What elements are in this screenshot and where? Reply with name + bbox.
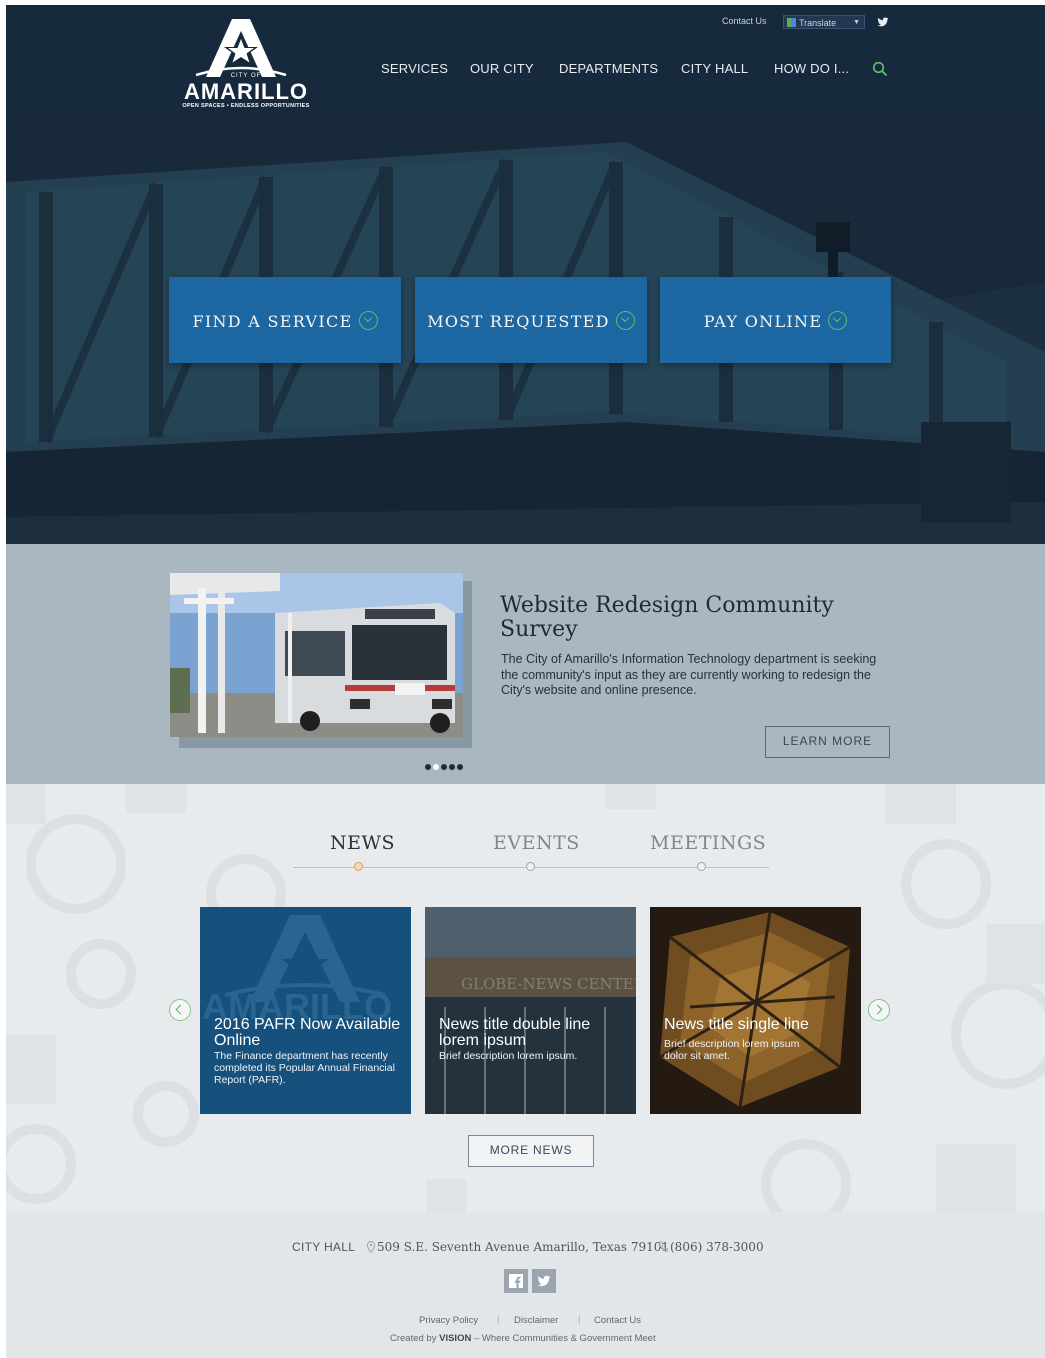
facebook-button[interactable] [504, 1269, 528, 1293]
credit-suffix: – Where Communities & Government Meet [473, 1333, 656, 1344]
footer-credit: Created by VISION – Where Communities & … [390, 1333, 656, 1344]
globe-news-center-photo: GLOBE-NEWS CENTER [425, 907, 636, 1114]
disclaimer-link[interactable]: Disclaimer [514, 1315, 558, 1326]
logo-tagline: OPEN SPACES • ENDLESS OPPORTUNITIES [182, 103, 310, 109]
google-translate-icon [787, 18, 796, 27]
vision-link[interactable]: VISION [439, 1333, 471, 1344]
learn-more-button[interactable]: LEARN MORE [765, 726, 890, 758]
nav-departments[interactable]: DEPARTMENTS [559, 61, 658, 76]
site-header: CITY OF AMARILLO OPEN SPACES • ENDLESS O… [6, 5, 1045, 122]
footer-address[interactable]: 509 S.E. Seventh Avenue Amarillo, Texas … [377, 1240, 669, 1254]
nav-how-do-i[interactable]: HOW DO I... [774, 61, 849, 76]
chevron-down-circle-icon [615, 311, 635, 330]
carousel-next-button[interactable] [868, 999, 890, 1021]
nav-city-hall[interactable]: CITY HALL [681, 61, 748, 76]
pay-online-label: PAY ONLINE [703, 312, 823, 331]
footer-city-hall-label: CITY HALL [292, 1240, 356, 1254]
search-icon[interactable] [872, 61, 888, 77]
page: CITY OF AMARILLO OPEN SPACES • ENDLESS O… [6, 5, 1045, 1358]
news-card-double-line[interactable]: GLOBE-NEWS CENTER News title double line… [425, 907, 636, 1114]
phone-icon [659, 1241, 668, 1252]
footer-phone[interactable]: (806) 378-3000 [670, 1240, 764, 1254]
slider-dot-2[interactable] [433, 764, 439, 770]
architecture-photo [650, 907, 861, 1114]
tab-news[interactable]: NEWS [330, 832, 395, 854]
bus-photo [170, 573, 463, 737]
translate-label: Translate [799, 18, 837, 28]
site-footer: CITY HALL 509 S.E. Seventh Avenue Amaril… [6, 1212, 1045, 1358]
feature-description: The City of Amarillo's Information Techn… [501, 652, 877, 697]
find-a-service-label: FIND A SERVICE [192, 312, 353, 331]
more-news-button[interactable]: MORE NEWS [468, 1135, 594, 1167]
footer-separator: | [497, 1314, 500, 1325]
logo-wordmark: AMARILLO [183, 79, 309, 104]
featured-slider: Website Redesign Community Survey The Ci… [6, 544, 1045, 784]
chevron-down-circle-icon [828, 311, 848, 330]
slider-dot-4[interactable] [449, 764, 455, 770]
pay-online-button[interactable]: PAY ONLINE [660, 277, 891, 363]
tab-meetings[interactable]: MEETINGS [650, 832, 766, 854]
feature-image-bus[interactable] [170, 573, 463, 737]
nav-services[interactable]: SERVICES [381, 61, 448, 76]
most-requested-label: MOST REQUESTED [427, 312, 610, 331]
news-card-pafr[interactable]: AMARILLO 2016 PAFR Now Available Online … [200, 907, 411, 1114]
most-requested-button[interactable]: MOST REQUESTED [415, 277, 647, 363]
footer-separator: | [578, 1314, 581, 1325]
footer-contact-us-link[interactable]: Contact Us [594, 1315, 641, 1326]
amarillo-logo[interactable]: CITY OF AMARILLO OPEN SPACES • ENDLESS O… [166, 15, 326, 115]
map-pin-icon [366, 1241, 376, 1253]
privacy-policy-link[interactable]: Privacy Policy [419, 1315, 478, 1326]
credit-prefix: Created by [390, 1333, 437, 1344]
chevron-down-icon: ▼ [853, 19, 860, 26]
slider-dot-3[interactable] [441, 764, 447, 770]
twitter-button[interactable] [532, 1269, 556, 1293]
hero-banner: FIND A SERVICE MOST REQUESTED PAY ONLINE [6, 122, 1045, 544]
carousel-prev-button[interactable] [169, 999, 191, 1021]
contact-us-link[interactable]: Contact Us [722, 16, 767, 26]
news-card-title: News title double line lorem ipsum [439, 1016, 591, 1049]
slider-pagination [425, 757, 465, 770]
news-card-description: Brief description lorem ipsum dolor sit … [664, 1038, 800, 1062]
feature-title: Website Redesign Community Survey [500, 593, 834, 642]
news-card-title: 2016 PAFR Now Available Online [214, 1016, 401, 1049]
chevron-down-circle-icon [358, 311, 378, 330]
news-events-section: NEWS EVENTS MEETINGS AMARILLO 2016 PAFR … [6, 784, 1045, 1212]
tab-indicator-news [354, 862, 363, 871]
news-card-title: News title single line [664, 1016, 809, 1033]
nav-our-city[interactable]: OUR CITY [470, 61, 534, 76]
news-card-description: Brief description lorem ipsum. [439, 1050, 578, 1062]
twitter-icon [537, 1275, 551, 1287]
facebook-icon [509, 1274, 523, 1288]
translate-dropdown[interactable]: Translate ▼ [783, 15, 865, 29]
tab-indicator-events [526, 862, 535, 871]
find-a-service-button[interactable]: FIND A SERVICE [169, 277, 401, 363]
news-card-description: The Finance department has recently comp… [214, 1050, 395, 1086]
tab-events[interactable]: EVENTS [493, 832, 580, 854]
slider-dot-5[interactable] [457, 764, 463, 770]
slider-dot-1[interactable] [425, 764, 431, 770]
tab-indicator-meetings [697, 862, 706, 871]
twitter-icon[interactable] [877, 16, 889, 28]
news-card-single-line[interactable]: News title single line Brief description… [650, 907, 861, 1114]
